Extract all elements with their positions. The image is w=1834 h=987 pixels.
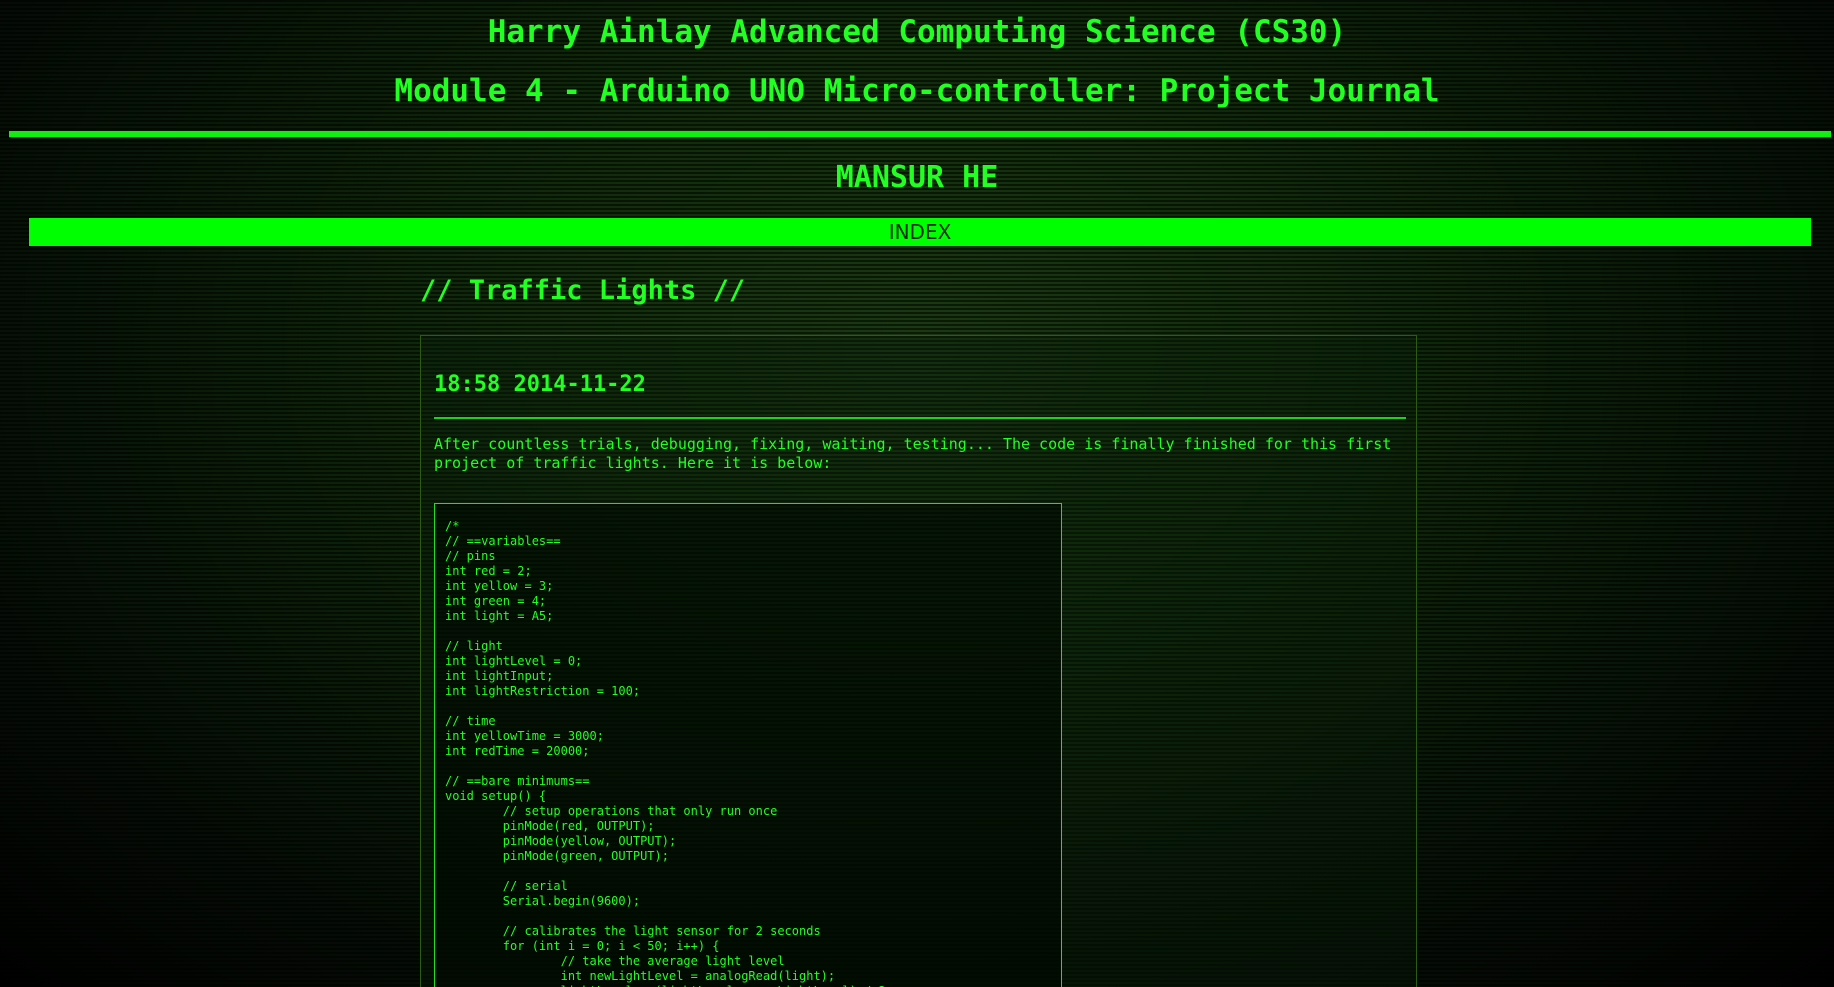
section-title: // Traffic Lights // (420, 275, 746, 306)
index-link-button[interactable]: INDEX (29, 218, 1811, 246)
code-block[interactable]: /* // ==variables== // pins int red = 2;… (434, 503, 1062, 987)
journal-entry: 18:58 2014-11-22 After countless trials,… (420, 335, 1417, 987)
code-content: /* // ==variables== // pins int red = 2;… (445, 519, 893, 987)
entry-timestamp: 18:58 2014-11-22 (434, 372, 646, 397)
author-name: MANSUR HE (835, 160, 999, 195)
entry-text: After countless trials, debugging, fixin… (434, 435, 1392, 472)
module-title: Module 4 - Arduino UNO Micro-controller:… (394, 73, 1440, 109)
header-divider (9, 131, 1831, 137)
page: Harry Ainlay Advanced Computing Science … (0, 0, 1834, 987)
entry-divider (434, 417, 1406, 419)
site-title: Harry Ainlay Advanced Computing Science … (487, 14, 1347, 50)
page-header: Harry Ainlay Advanced Computing Science … (0, 0, 1834, 109)
